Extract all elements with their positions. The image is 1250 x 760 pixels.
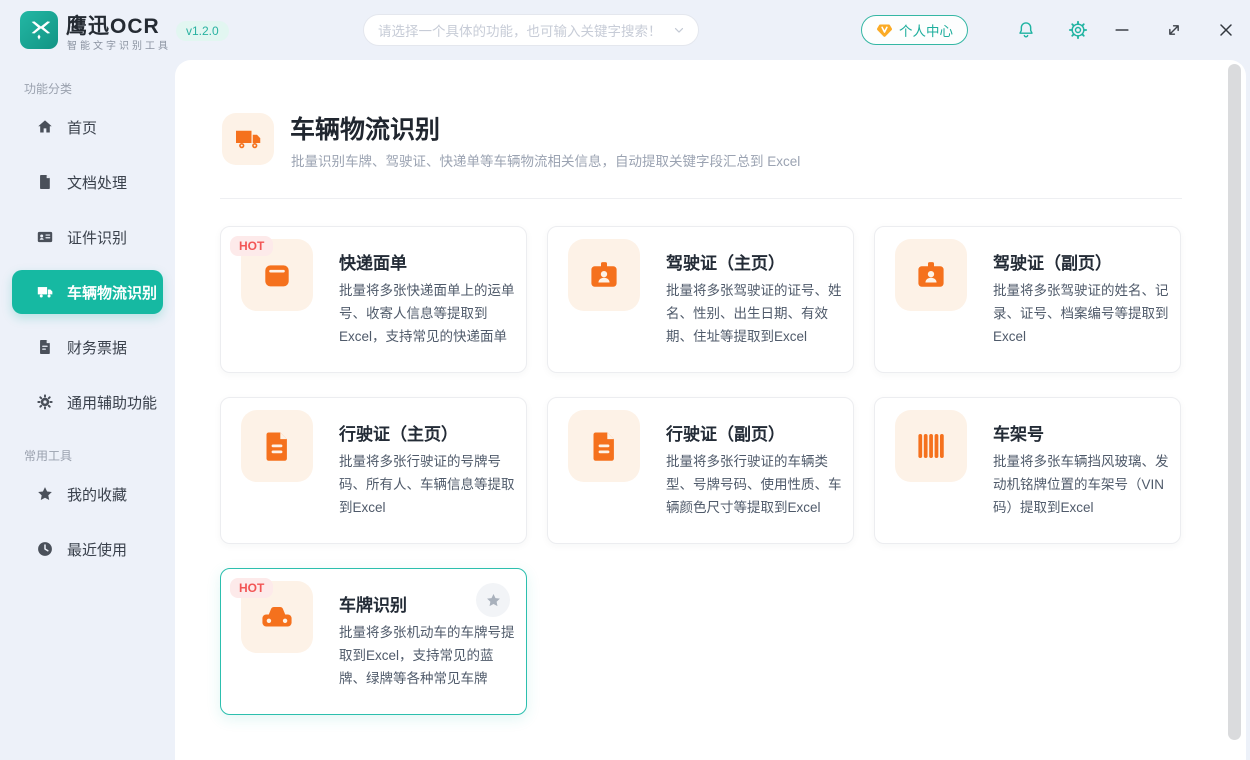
home-icon <box>36 118 54 136</box>
header-divider <box>220 198 1182 199</box>
car-icon <box>258 598 296 636</box>
card-title: 行驶证（副页） <box>666 420 785 445</box>
id-badge-icon <box>586 257 622 293</box>
sidebar-item-recent[interactable]: 最近使用 <box>12 527 163 571</box>
card-title: 车牌识别 <box>339 591 407 616</box>
sidebar-item-vehicle-logistics[interactable]: 车辆物流识别 <box>12 270 163 314</box>
page-title: 车辆物流识别 <box>290 110 440 146</box>
resize-maximize-icon[interactable] <box>1164 20 1184 40</box>
card-vin-number[interactable]: 车架号 批量将多张车辆挡风玻璃、发动机铭牌位置的车架号（VIN码）提取到Exce… <box>874 397 1181 544</box>
user-center-label: 个人中心 <box>899 20 953 40</box>
sidebar-item-label: 最近使用 <box>67 539 127 560</box>
sidebar-item-label: 车辆物流识别 <box>67 282 157 303</box>
sidebar-item-label: 文档处理 <box>67 172 127 193</box>
app-tagline: 智能文字识别工具 <box>67 37 171 52</box>
card-description: 批量将多张机动车的车牌号提取到Excel，支持常见的蓝牌、绿牌等各种常见车牌 <box>339 621 517 691</box>
sidebar-item-home[interactable]: 首页 <box>12 105 163 149</box>
card-express-waybill[interactable]: HOT 快递面单 批量将多张快递面单上的运单号、收寄人信息等提取到Excel，支… <box>220 226 527 373</box>
sidebar-item-label: 通用辅助功能 <box>67 392 157 413</box>
favorite-button[interactable] <box>476 583 510 617</box>
sidebar-item-label: 首页 <box>67 117 97 138</box>
notification-bell-icon[interactable] <box>1016 20 1036 40</box>
truck-icon <box>233 124 263 154</box>
sidebar-item-financial-invoices[interactable]: 财务票据 <box>12 325 163 369</box>
sidebar-item-label: 我的收藏 <box>67 484 127 505</box>
feature-card-grid: HOT 快递面单 批量将多张快递面单上的运单号、收寄人信息等提取到Excel，支… <box>220 226 1182 715</box>
card-vehicle-license-secondary[interactable]: 行驶证（副页） 批量将多张行驶证的车辆类型、号牌号码、使用性质、车辆颜色尺寸等提… <box>547 397 854 544</box>
user-center-button[interactable]: 个人中心 <box>861 15 968 45</box>
search-placeholder: 请选择一个具体的功能，也可输入关键字搜索！ <box>378 20 672 40</box>
card-title: 行驶证（主页） <box>339 420 458 445</box>
top-bar: 鹰迅OCR 智能文字识别工具 v1.2.0 请选择一个具体的功能，也可输入关键字… <box>0 0 1250 60</box>
app-title: 鹰迅OCR <box>66 10 160 40</box>
hot-badge: HOT <box>230 578 273 598</box>
id-badge-icon <box>913 257 949 293</box>
card-license-plate-recognition[interactable]: HOT 车牌识别 批量将多张机动车的车牌号提取到Excel，支持常见的蓝牌、绿 <box>220 568 527 715</box>
vip-badge-icon <box>876 22 893 39</box>
card-drivers-license-secondary[interactable]: 驾驶证（副页） 批量将多张驾驶证的姓名、记录、证号、档案编号等提取到Excel <box>874 226 1181 373</box>
sidebar-item-documents[interactable]: 文档处理 <box>12 160 163 204</box>
barcode-icon <box>913 428 949 464</box>
chevron-down-icon <box>672 23 686 37</box>
card-icon-box <box>241 410 313 482</box>
card-icon-box <box>568 410 640 482</box>
function-search-select[interactable]: 请选择一个具体的功能，也可输入关键字搜索！ <box>363 14 699 46</box>
sidebar-section-functions: 功能分类 <box>24 80 72 97</box>
card-description: 批量将多张驾驶证的姓名、记录、证号、档案编号等提取到Excel <box>993 279 1171 349</box>
card-description: 批量将多张驾驶证的证号、姓名、性别、出生日期、有效期、住址等提取到Excel <box>666 279 844 349</box>
sidebar-item-favorites[interactable]: 我的收藏 <box>12 472 163 516</box>
hot-badge: HOT <box>230 236 273 256</box>
card-icon-box <box>895 410 967 482</box>
card-icon-box <box>568 239 640 311</box>
sidebar-item-label: 证件识别 <box>67 227 127 248</box>
card-drivers-license-main[interactable]: 驾驶证（主页） 批量将多张驾驶证的证号、姓名、性别、出生日期、有效期、住址等提取… <box>547 226 854 373</box>
id-card-icon <box>36 228 54 246</box>
vertical-scrollbar[interactable] <box>1228 64 1241 740</box>
sidebar-item-id-recognition[interactable]: 证件识别 <box>12 215 163 259</box>
sidebar-item-label: 财务票据 <box>67 337 127 358</box>
star-icon <box>485 592 502 609</box>
settings-gear-icon[interactable] <box>1068 20 1088 40</box>
file-text-icon <box>259 428 295 464</box>
card-description: 批量将多张行驶证的号牌号码、所有人、车辆信息等提取到Excel <box>339 450 517 520</box>
content-panel: 车辆物流识别 批量识别车牌、驾驶证、快递单等车辆物流相关信息，自动提取关键字段汇… <box>175 60 1246 760</box>
file-text-icon <box>586 428 622 464</box>
gear-icon <box>36 393 54 411</box>
invoice-icon <box>36 338 54 356</box>
sidebar-section-tools: 常用工具 <box>24 447 72 464</box>
card-title: 驾驶证（主页） <box>666 249 785 274</box>
card-description: 批量将多张行驶证的车辆类型、号牌号码、使用性质、车辆颜色尺寸等提取到Excel <box>666 450 844 520</box>
section-icon-box <box>222 113 274 165</box>
card-title: 驾驶证（副页） <box>993 249 1112 274</box>
card-vehicle-license-main[interactable]: 行驶证（主页） 批量将多张行驶证的号牌号码、所有人、车辆信息等提取到Excel <box>220 397 527 544</box>
version-badge: v1.2.0 <box>176 21 229 41</box>
page-description: 批量识别车牌、驾驶证、快递单等车辆物流相关信息，自动提取关键字段汇总到 Exce… <box>291 150 800 170</box>
card-icon-box <box>895 239 967 311</box>
card-description: 批量将多张车辆挡风玻璃、发动机铭牌位置的车架号（VIN码）提取到Excel <box>993 450 1171 520</box>
minimize-icon[interactable] <box>1112 20 1132 40</box>
app-logo <box>20 11 58 49</box>
star-icon <box>36 485 54 503</box>
document-icon <box>36 173 54 191</box>
card-title: 车架号 <box>993 420 1044 445</box>
sidebar-item-general-utilities[interactable]: 通用辅助功能 <box>12 380 163 424</box>
card-title: 快递面单 <box>339 249 407 274</box>
card-description: 批量将多张快递面单上的运单号、收寄人信息等提取到Excel，支持常见的快递面单 <box>339 279 517 349</box>
package-icon <box>259 257 295 293</box>
clock-icon <box>36 540 54 558</box>
truck-icon <box>36 283 54 301</box>
close-icon[interactable] <box>1216 20 1236 40</box>
eagle-x-logo-icon <box>26 17 52 43</box>
app-window: 鹰迅OCR 智能文字识别工具 v1.2.0 请选择一个具体的功能，也可输入关键字… <box>0 0 1250 760</box>
